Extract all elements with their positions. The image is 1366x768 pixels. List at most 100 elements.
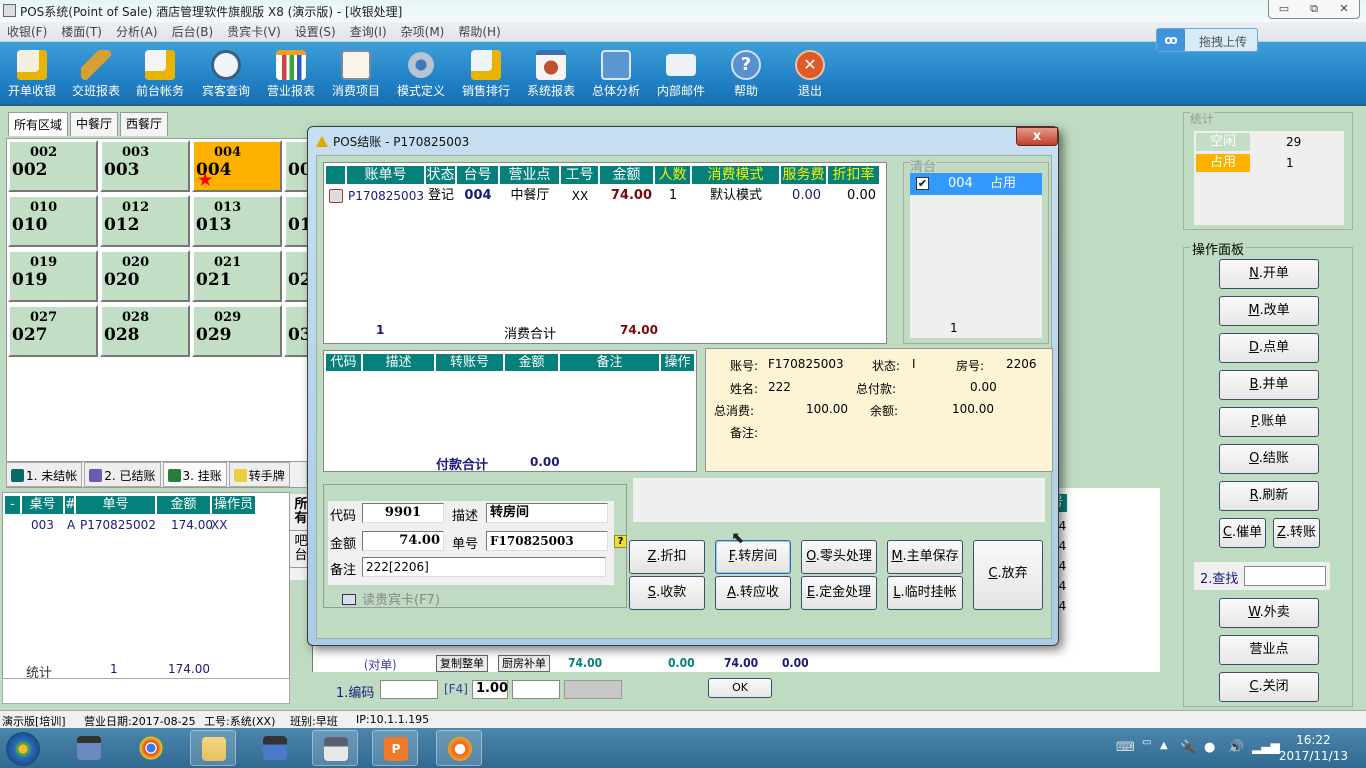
- start-button[interactable]: [2, 730, 42, 766]
- find-input[interactable]: [1244, 566, 1326, 586]
- transfer-account-button[interactable]: Z.转账: [1273, 518, 1320, 548]
- taskbar-wps[interactable]: P: [372, 730, 418, 766]
- toolbar-exit[interactable]: ✕ 退出: [778, 44, 842, 104]
- table-tile-partial[interactable]: 03: [284, 305, 307, 357]
- urge-order-button[interactable]: C.催单: [1219, 518, 1266, 548]
- help-lookup-icon[interactable]: ?: [614, 535, 627, 548]
- menu-analysis[interactable]: 分析(A): [109, 22, 165, 42]
- tab-all-areas[interactable]: 所有区域: [8, 112, 69, 136]
- payment-code-field[interactable]: 9901: [362, 503, 444, 523]
- checkout-button[interactable]: O.结账: [1219, 444, 1319, 474]
- taskbar-file-explorer[interactable]: [190, 730, 236, 766]
- qq-icon[interactable]: ●: [1204, 740, 1215, 755]
- table-tile[interactable]: 012 012: [100, 195, 190, 247]
- transfer-room-button[interactable]: F.转房间: [715, 540, 791, 574]
- taskbar-burner[interactable]: [436, 730, 482, 766]
- toolbar-system-report[interactable]: 系统报表: [519, 44, 583, 104]
- table-tile[interactable]: 028 028: [100, 305, 190, 357]
- close-button[interactable]: ✕: [1329, 0, 1359, 18]
- tab-western-restaurant[interactable]: 西餐厅: [120, 112, 169, 136]
- table-tile[interactable]: 002 002: [8, 140, 98, 192]
- print-bill-button[interactable]: P.账单: [1219, 407, 1319, 437]
- extra-input[interactable]: [512, 680, 560, 699]
- power-plug-icon[interactable]: 🔌: [1180, 740, 1196, 755]
- kitchen-supplement-button[interactable]: 厨房补单: [498, 655, 550, 672]
- taskbar-movie-maker[interactable]: [252, 730, 298, 766]
- menu-backoffice[interactable]: 后台(B): [165, 22, 221, 42]
- drag-upload-button[interactable]: ꝏ 拖拽上传: [1156, 28, 1258, 52]
- table-tile-partial[interactable]: 02: [284, 250, 307, 302]
- table-tile-partial[interactable]: 01: [284, 195, 307, 247]
- open-bill-button[interactable]: N.开单: [1219, 259, 1319, 289]
- toolbar-open-bill[interactable]: 开单收银: [0, 44, 64, 104]
- toolbar-mode-define[interactable]: 模式定义: [389, 44, 453, 104]
- toolbar-front-accounts[interactable]: 前台帐务: [128, 44, 192, 104]
- restore-button[interactable]: ⧉: [1299, 0, 1329, 18]
- tab-unsettled[interactable]: 1. 未结帐: [6, 462, 83, 487]
- menu-settings[interactable]: 设置(S): [288, 22, 343, 42]
- menu-misc[interactable]: 杂项(M): [394, 22, 452, 42]
- minimize-button[interactable]: ▭: [1269, 0, 1299, 18]
- toolbar-consumption-items[interactable]: 消费项目: [324, 44, 388, 104]
- payment-desc-field[interactable]: 转房间: [486, 503, 608, 523]
- toolbar-business-report[interactable]: 营业报表: [259, 44, 323, 104]
- takeout-button[interactable]: W.外卖: [1219, 598, 1319, 628]
- show-hidden-icons[interactable]: ▲: [1160, 740, 1168, 751]
- keyboard-icon[interactable]: ⌨: [1116, 740, 1135, 755]
- table-tile[interactable]: 013 013: [192, 195, 282, 247]
- toolbar-shift-report[interactable]: 交班报表: [64, 44, 128, 104]
- table-tile[interactable]: 003 003: [100, 140, 190, 192]
- rounding-button[interactable]: O.零头处理: [801, 540, 877, 574]
- receive-payment-button[interactable]: S.收款: [629, 576, 705, 610]
- table-tile[interactable]: 004 004 ★: [192, 140, 282, 192]
- tab-on-account[interactable]: 3. 挂账: [162, 462, 227, 487]
- transfer-receivable-button[interactable]: A.转应收: [715, 576, 791, 610]
- menu-floor[interactable]: 楼面(T): [54, 22, 109, 42]
- refresh-button[interactable]: R.刷新: [1219, 481, 1319, 511]
- payment-amount-field[interactable]: 74.00: [362, 531, 444, 551]
- table-tile-partial[interactable]: 00: [284, 140, 307, 192]
- toolbar-sales-ranking[interactable]: 销售排行: [454, 44, 518, 104]
- quantity-input[interactable]: 1.00: [472, 680, 508, 699]
- taskbar-clock[interactable]: 16:22 2017/11/13: [1279, 732, 1348, 764]
- table-tile[interactable]: 027 027: [8, 305, 98, 357]
- code-input[interactable]: [380, 680, 438, 699]
- outlet-button[interactable]: 营业点: [1219, 635, 1319, 665]
- deposit-button[interactable]: E.定金处理: [801, 576, 877, 610]
- payment-note-field[interactable]: 222[2206]: [362, 557, 606, 577]
- temp-on-account-button[interactable]: L.临时挂帐: [887, 576, 963, 610]
- close-panel-button[interactable]: C.关闭: [1219, 672, 1319, 702]
- menu-vip-card[interactable]: 贵宾卡(V): [220, 22, 288, 42]
- checkbox-checked[interactable]: ✔: [916, 177, 929, 190]
- clear-table-item[interactable]: ✔ 004 占用: [910, 173, 1042, 195]
- table-tile[interactable]: 021 021: [192, 250, 282, 302]
- payment-bill-field[interactable]: F170825003: [486, 531, 608, 551]
- table-tile[interactable]: 029 029: [192, 305, 282, 357]
- volume-icon[interactable]: 🔊: [1228, 740, 1244, 755]
- table-tile[interactable]: 010 010: [8, 195, 98, 247]
- abandon-button[interactable]: C.放弃: [973, 540, 1043, 610]
- menu-help[interactable]: 帮助(H): [451, 22, 507, 42]
- menu-cashier[interactable]: 收银(F): [0, 22, 54, 42]
- menu-query[interactable]: 查询(I): [343, 22, 394, 42]
- toolbar-overall-analysis[interactable]: 总体分析: [584, 44, 648, 104]
- language-bar-icon[interactable]: ▭: [1142, 737, 1151, 748]
- tab-chinese-restaurant[interactable]: 中餐厅: [70, 112, 119, 136]
- order-button[interactable]: D.点单: [1219, 333, 1319, 363]
- tab-settled[interactable]: 2. 已结账: [84, 462, 161, 487]
- tab-transfer-tag[interactable]: 转手牌: [228, 462, 290, 487]
- table-tile[interactable]: 020 020: [100, 250, 190, 302]
- merge-bill-button[interactable]: B.并单: [1219, 370, 1319, 400]
- taskbar-video-editor[interactable]: [66, 730, 112, 766]
- read-vip-card-button[interactable]: 读贵宾卡(F7): [342, 589, 440, 608]
- table-tile[interactable]: 019 019: [8, 250, 98, 302]
- dialog-close-button[interactable]: x: [1016, 127, 1058, 146]
- toolbar-guest-query[interactable]: 宾客查询: [194, 44, 258, 104]
- copy-order-button[interactable]: 复制整单: [436, 655, 488, 672]
- taskbar-pos-app[interactable]: [312, 730, 358, 766]
- ok-button[interactable]: OK: [708, 678, 772, 698]
- toolbar-help[interactable]: ? 帮助: [714, 44, 778, 104]
- toolbar-internal-mail[interactable]: 内部邮件: [649, 44, 713, 104]
- network-signal-icon[interactable]: ▂▄▆: [1252, 740, 1280, 754]
- discount-button[interactable]: Z.折扣: [629, 540, 705, 574]
